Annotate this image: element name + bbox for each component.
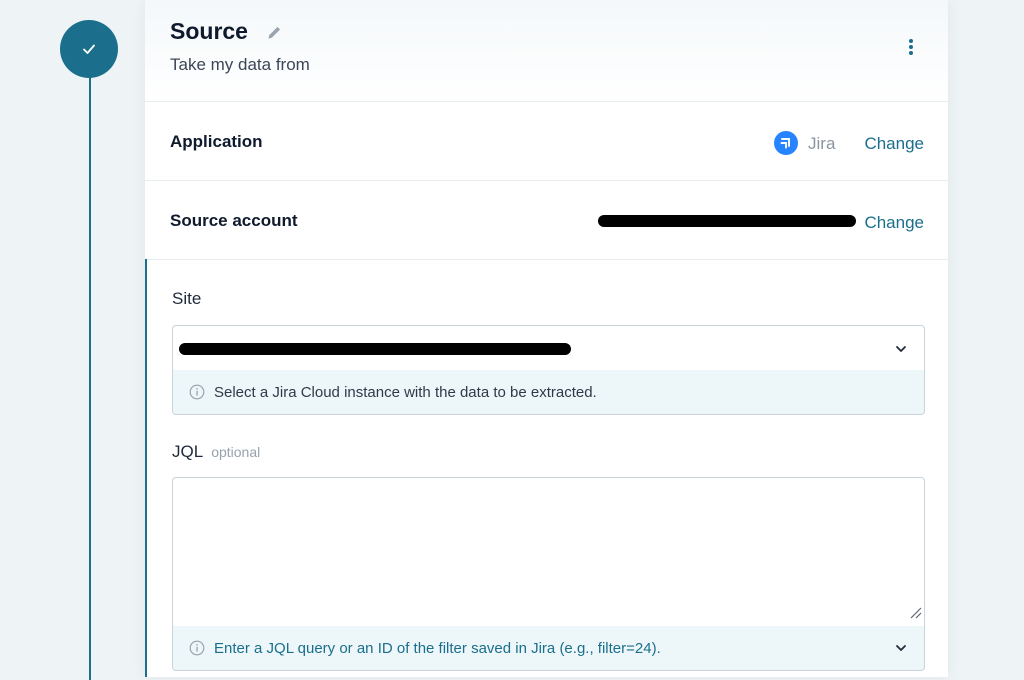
source-account-label: Source account — [170, 211, 298, 230]
card-header: Source Take my data from — [145, 0, 948, 102]
chevron-down-icon[interactable] — [895, 342, 907, 360]
jql-hint[interactable]: Enter a JQL query or an ID of the filter… — [172, 626, 925, 671]
step-complete-badge — [60, 20, 118, 78]
site-hint-text: Select a Jira Cloud instance with the da… — [214, 384, 597, 401]
change-application-link[interactable]: Change — [864, 134, 924, 154]
source-account-row: Source account Change — [145, 181, 948, 260]
redacted-site-url — [179, 343, 571, 355]
more-options-icon[interactable] — [908, 38, 914, 61]
application-label: Application — [170, 132, 263, 151]
application-row: Application Jira Change — [145, 102, 948, 181]
jql-hint-text: Enter a JQL query or an ID of the filter… — [214, 640, 661, 657]
site-select[interactable] — [172, 325, 925, 371]
chevron-down-icon[interactable] — [895, 641, 907, 658]
source-card: Source Take my data from Application Jir… — [145, 0, 948, 677]
edit-title-icon[interactable] — [266, 24, 283, 46]
card-subtitle: Take my data from — [170, 55, 310, 74]
application-name: Jira — [808, 134, 836, 153]
optional-tag: optional — [211, 444, 261, 460]
resize-handle-icon[interactable] — [908, 605, 922, 624]
redacted-account-email — [598, 215, 856, 227]
site-label: Site — [172, 289, 202, 308]
jql-label-row: JQL optional — [172, 442, 260, 462]
jql-textarea[interactable] — [172, 477, 925, 627]
timeline-line — [89, 60, 91, 680]
jira-icon — [774, 131, 798, 160]
page-title: Source — [170, 18, 248, 44]
checkmark-icon — [83, 44, 95, 54]
jql-label: JQL — [172, 442, 204, 461]
info-icon — [189, 640, 205, 660]
source-settings-form: Site Select a Jira Cloud instance with t… — [145, 259, 948, 677]
site-hint: Select a Jira Cloud instance with the da… — [172, 370, 925, 415]
info-icon — [189, 384, 205, 404]
change-account-link[interactable]: Change — [864, 213, 924, 233]
